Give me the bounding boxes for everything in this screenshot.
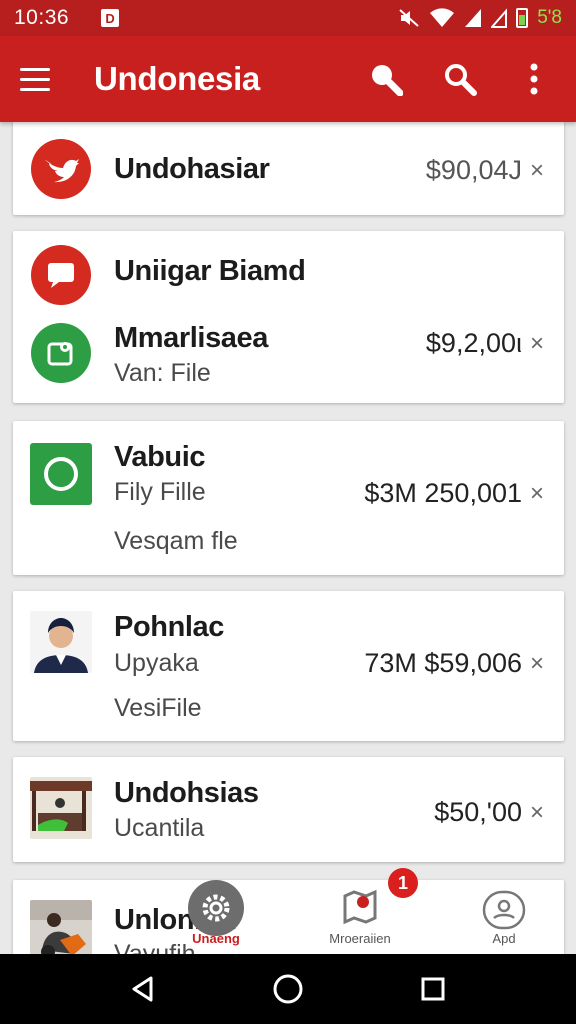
item-title: Undohsias <box>114 777 259 809</box>
list-item[interactable]: Vabuic Fily Fille Vesqam fle $3M 250,001… <box>13 421 564 575</box>
close-icon[interactable]: × <box>530 330 544 358</box>
item-title: Vabuic <box>114 441 206 473</box>
item-title: Undohasiar <box>114 153 270 185</box>
battery-icon <box>516 8 529 28</box>
status-time: 10:36 <box>14 6 70 29</box>
item-title-secondary: Mmarlisaea <box>114 322 268 354</box>
home-icon[interactable] <box>264 965 312 1013</box>
app-bar: Undonesia <box>0 36 576 122</box>
back-icon[interactable] <box>119 965 167 1013</box>
close-icon[interactable]: × <box>530 650 544 678</box>
signal2-icon <box>491 8 508 28</box>
item-list: Undohasiar $90,04J × Uniigar Biamd Mmarl… <box>0 122 576 954</box>
item-subtitle: Ucantila <box>114 814 205 842</box>
item-subtitle: Fily Fille <box>114 478 206 506</box>
close-icon[interactable]: × <box>530 799 544 827</box>
thumbnail-image <box>30 777 92 839</box>
chat-icon <box>30 244 92 306</box>
list-item[interactable]: Uniigar Biamd Mmarlisaea Van: File $9,2,… <box>13 231 564 403</box>
status-icons: 5'8 <box>398 7 562 29</box>
item-subtitle-secondary: VesiFile <box>114 694 202 722</box>
search-icon[interactable] <box>438 57 482 101</box>
item-price: $3M 250,001 <box>364 478 522 508</box>
battery-text: 5'8 <box>537 7 562 28</box>
wifi-icon <box>430 8 455 27</box>
item-subtitle: Van: File <box>114 359 211 387</box>
nav-label: Mroeraiien <box>329 931 391 946</box>
nav-item-settings[interactable]: Unaeng <box>144 880 288 952</box>
close-icon[interactable]: × <box>530 480 544 508</box>
system-navigation-bar <box>0 954 576 1024</box>
more-vert-icon[interactable] <box>512 57 556 101</box>
notification-badge: 1 <box>388 868 418 898</box>
recents-icon[interactable] <box>409 965 457 1013</box>
avatar <box>30 611 92 673</box>
bottom-navigation: Unaeng 1 Mroeraiien Apd <box>0 868 576 952</box>
map-icon <box>341 888 379 931</box>
list-item[interactable]: Pohnlac Upyaka VesiFile 73M $59,006 × <box>13 591 564 741</box>
photo-icon <box>30 322 92 384</box>
profile-icon <box>482 890 526 935</box>
nav-item-profile[interactable]: Apd <box>432 880 576 952</box>
item-price: $50,'00 <box>434 797 522 827</box>
notification-app-icon: D <box>101 9 120 27</box>
item-price: $9,2,00ι <box>425 328 522 358</box>
item-title: Pohnlac <box>114 611 224 643</box>
nav-item-placeholder <box>0 880 144 952</box>
bird-icon <box>30 138 92 200</box>
circle-icon <box>30 443 92 505</box>
menu-icon[interactable] <box>20 58 62 100</box>
search-icon[interactable] <box>364 57 408 101</box>
item-subtitle-secondary: Vesqam fle <box>114 527 238 555</box>
mute-icon <box>399 9 419 27</box>
list-item[interactable]: Undohasiar $90,04J × <box>13 122 564 215</box>
close-icon[interactable]: × <box>530 157 544 185</box>
item-title: Uniigar Biamd <box>114 255 306 287</box>
nav-item-map[interactable]: 1 Mroeraiien <box>288 868 432 952</box>
settings-icon <box>188 880 244 936</box>
status-bar: 10:36 D 5'8 <box>0 0 576 36</box>
item-price: $90,04J <box>425 155 522 185</box>
app-actions <box>364 57 556 101</box>
item-subtitle: Upyaka <box>114 649 199 677</box>
app-title: Undonesia <box>94 60 260 97</box>
list-item[interactable]: Undohsias Ucantila $50,'00 × <box>13 757 564 862</box>
item-price: 73M $59,006 <box>364 648 522 678</box>
signal-icon <box>465 9 482 27</box>
